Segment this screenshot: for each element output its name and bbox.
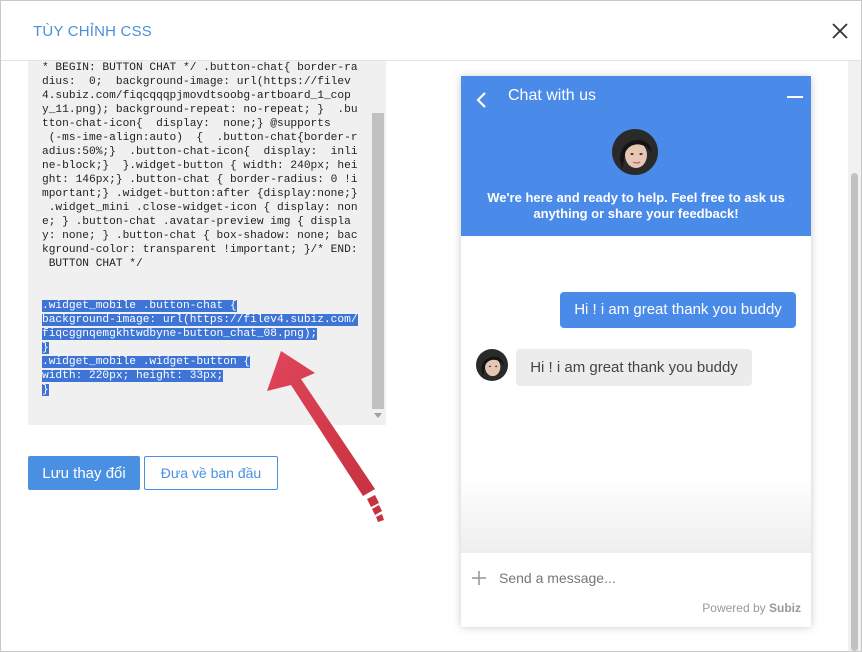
code-line: (-ms-ime-align:auto) { .button-chat{bord… (42, 132, 358, 144)
code-line: e; } .button-chat .avatar-preview img { … (42, 216, 351, 228)
close-icon[interactable] (829, 20, 851, 42)
custom-css-modal: TÙY CHỈNH CSS * BEGIN: BUTTON CHAT */ .b… (0, 0, 862, 652)
code-line: .widget_mobile .widget-button { (42, 356, 251, 368)
widget-title: Chat with us (508, 87, 597, 104)
code-line: ne-block;} }.widget-button { width: 240p… (42, 160, 358, 172)
agent-avatar-small (476, 349, 508, 381)
minimize-icon[interactable] (787, 96, 803, 98)
message-input[interactable] (497, 565, 801, 591)
chevron-left-icon[interactable] (473, 91, 491, 109)
code-line: .widget_mini .close-widget-icon { displa… (42, 202, 358, 214)
powered-by-prefix: Powered by (702, 601, 766, 615)
code-line: adius:50%;} .button-chat-icon{ display: … (42, 146, 358, 158)
widget-intro-text: We're here and ready to help. Feel free … (487, 190, 785, 221)
code-line: background-image: url(https://filev4.sub… (42, 314, 358, 326)
message-outgoing: Hi ! i am great thank you buddy (560, 292, 796, 328)
chat-widget-preview: Chat with us We're here and ready to hel… (461, 76, 811, 627)
modal-scrollbar[interactable] (848, 61, 861, 651)
code-line: kground-color: transparent !important; }… (42, 244, 358, 256)
code-line: fiqcggnqemgkhtwdbyne-button_chat_08.png)… (42, 328, 318, 340)
code-line: } (42, 342, 49, 354)
agent-avatar (612, 129, 658, 175)
annotation-arrow-icon (267, 351, 384, 522)
code-line: 4.subiz.com/fiqcqqqpjmovdtsoobg-artboard… (42, 90, 351, 102)
modal-header: TÙY CHỈNH CSS (1, 1, 861, 61)
widget-header: Chat with us We're here and ready to hel… (461, 76, 811, 236)
code-line: mportant;} .widget-button:after {display… (42, 188, 358, 200)
code-line: tton-chat-icon{ display: none;} @support… (42, 118, 331, 130)
reset-default-button[interactable]: Đưa về ban đầu (144, 456, 278, 490)
code-line: y: none; } .button-chat { box-shadow: no… (42, 230, 358, 242)
code-line: dius: 0; background-image: url(https://f… (42, 76, 351, 88)
code-line: } (42, 384, 49, 396)
messages-fade (461, 476, 811, 552)
plus-icon[interactable] (471, 570, 487, 586)
code-line: width: 220px; height: 33px; (42, 370, 224, 382)
save-changes-button[interactable]: Lưu thay đổi (28, 456, 140, 490)
code-line: ght: 146px;} .button-chat { border-radiu… (42, 174, 358, 186)
powered-by-brand: Subiz (769, 601, 801, 615)
code-line: .widget_mobile .button-chat { (42, 300, 237, 312)
code-line: BUTTON CHAT */ (42, 258, 143, 270)
message-incoming: Hi ! i am great thank you buddy (516, 349, 752, 386)
code-line: * BEGIN: BUTTON CHAT */ .button-chat{ bo… (42, 62, 358, 74)
message-composer: Powered by Subiz (461, 552, 811, 627)
code-line: y_11.png); background-repeat: no-repeat;… (42, 104, 358, 116)
css-code[interactable]: * BEGIN: BUTTON CHAT */ .button-chat{ bo… (42, 61, 362, 397)
powered-by[interactable]: Powered by Subiz (661, 601, 801, 615)
modal-title: TÙY CHỈNH CSS (33, 23, 153, 40)
modal-scrollbar-thumb[interactable] (851, 173, 858, 651)
